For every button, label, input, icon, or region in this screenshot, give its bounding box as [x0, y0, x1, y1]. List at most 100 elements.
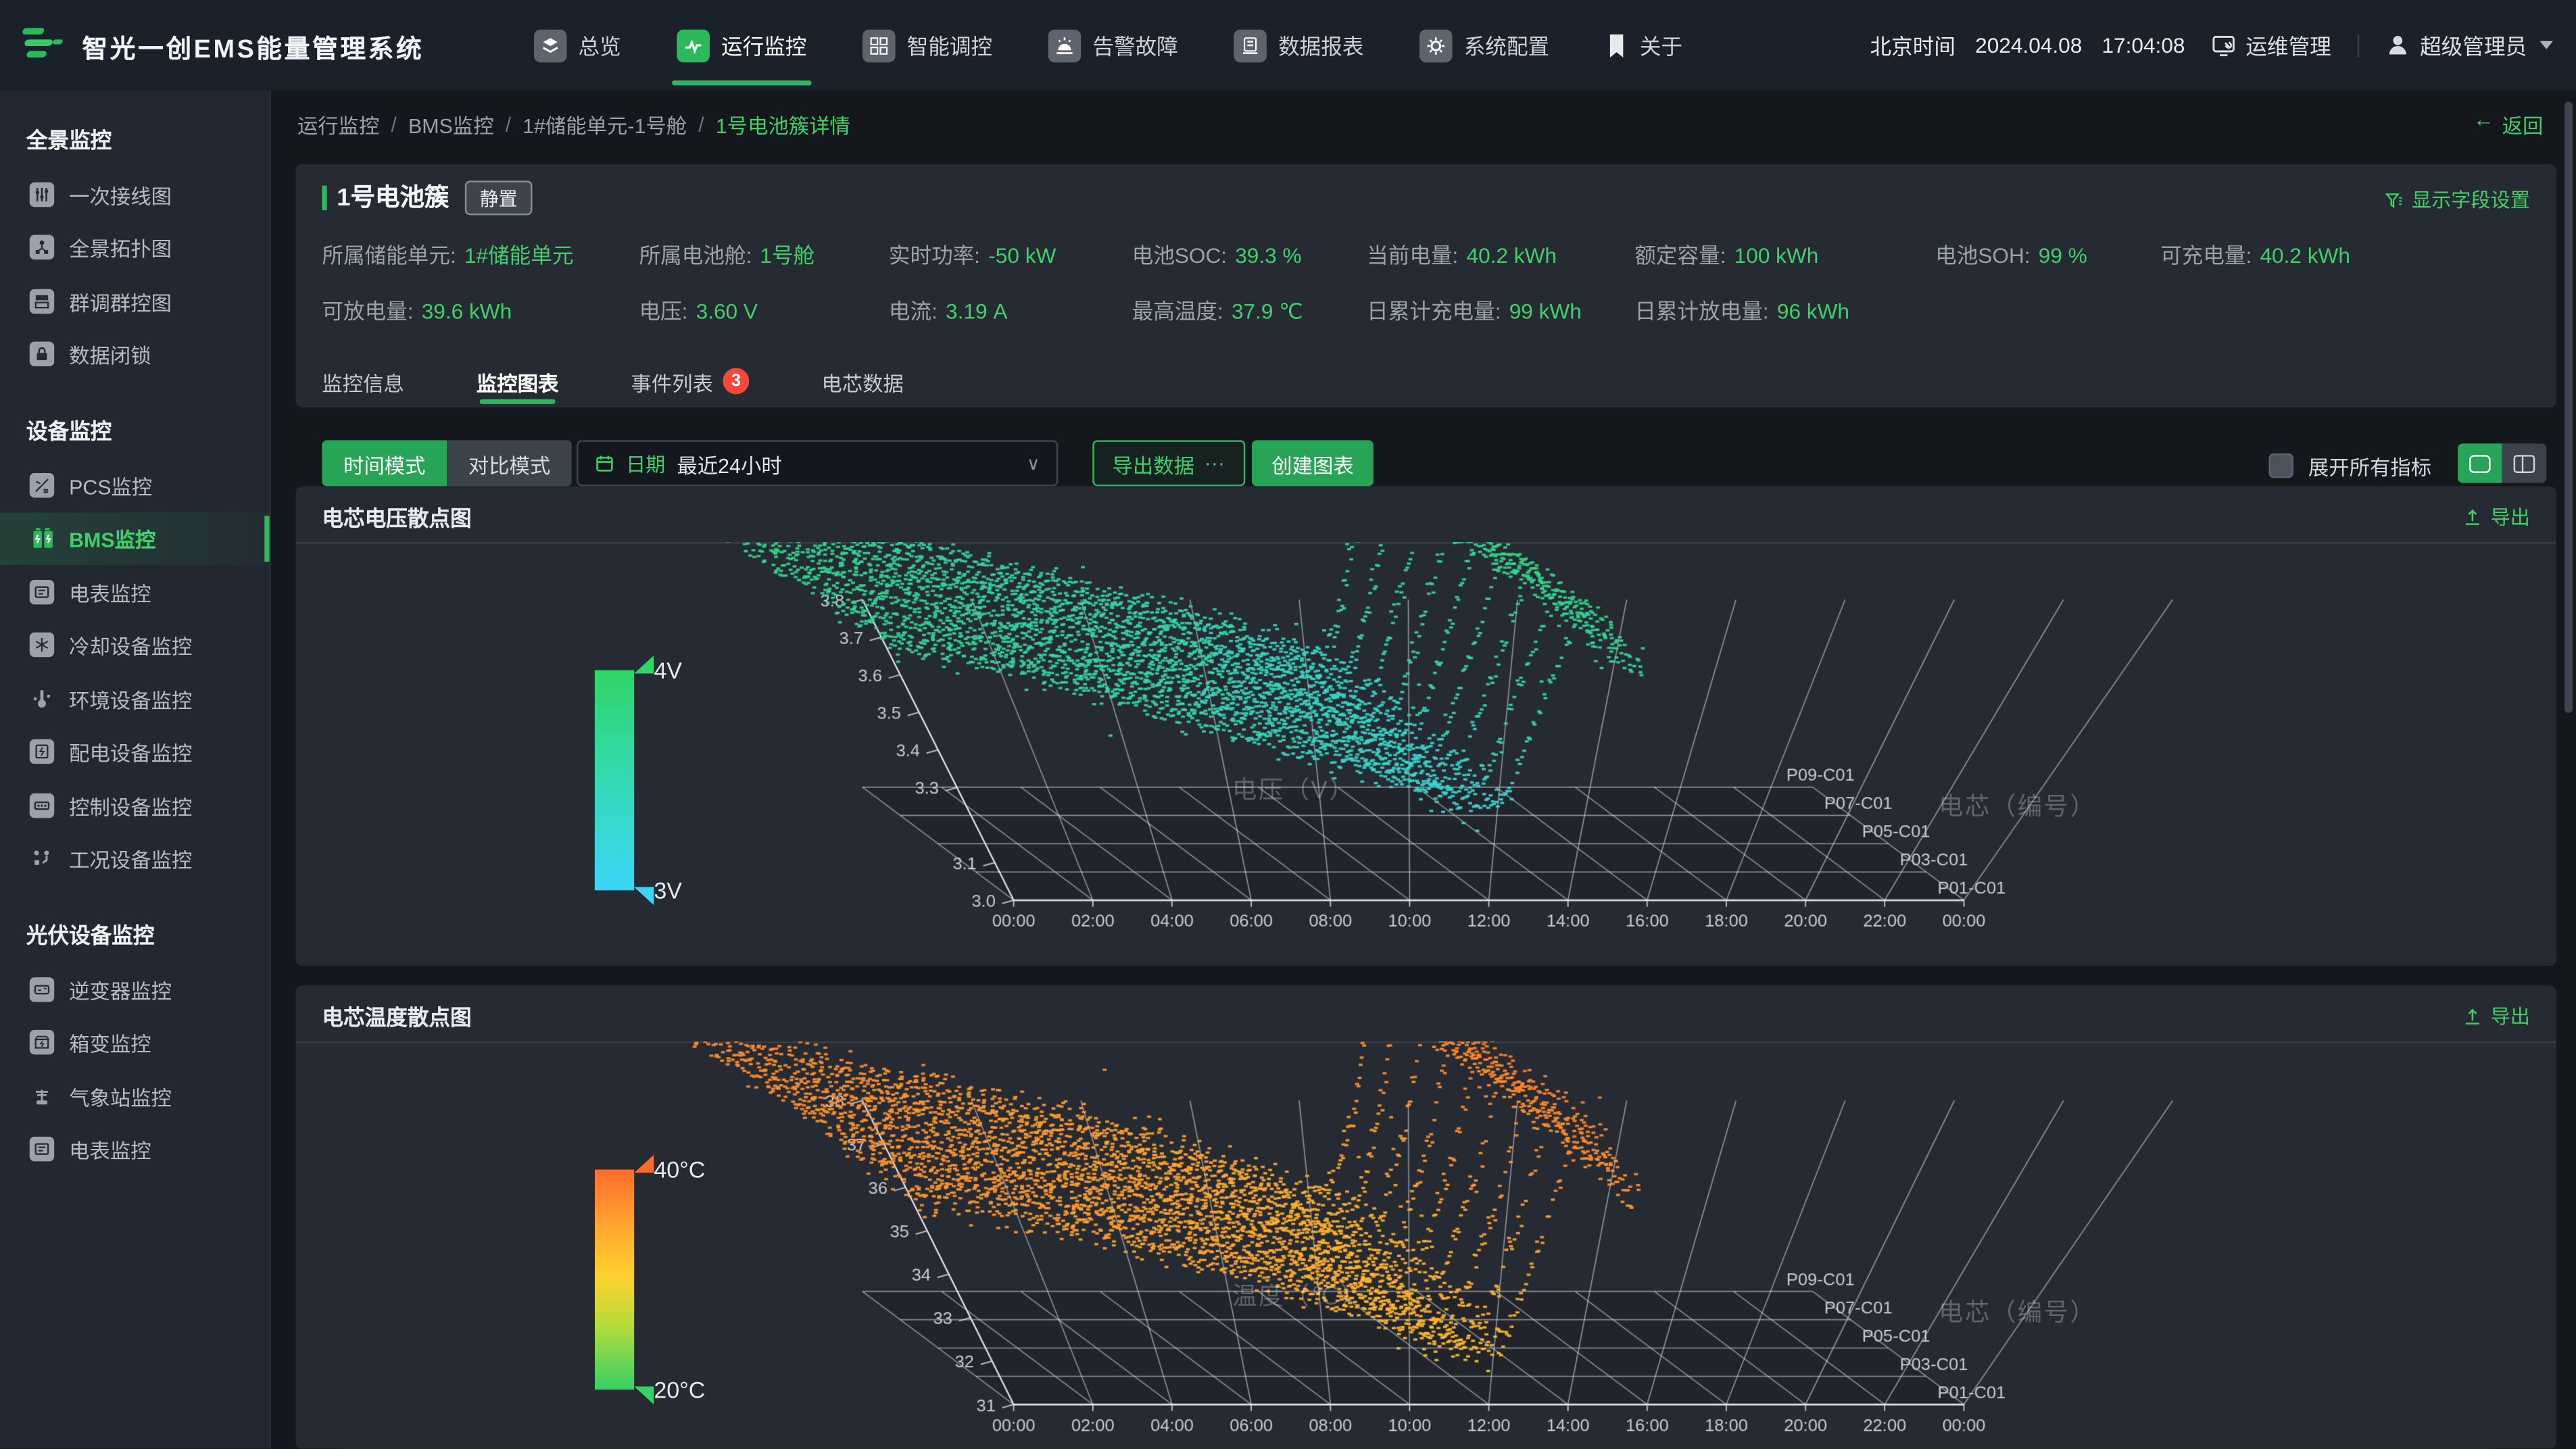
colormap-gradient-bar [595, 670, 634, 891]
temperature-colormap-legend[interactable]: 40°C 20°C [595, 1170, 634, 1390]
field-max-temperature: 最高温度:37.9 ℃ [1132, 294, 1303, 325]
clock-date: 2024.04.08 [1975, 33, 2082, 57]
colormap-max-label: 40°C [654, 1156, 705, 1183]
nav-label: 系统配置 [1464, 30, 1549, 61]
distribution-box-icon [30, 739, 54, 764]
nav-item-run-monitoring[interactable]: 运行监控 [677, 0, 806, 91]
sidebar-item-data-lock[interactable]: 数据闭锁 [0, 328, 270, 381]
ems-app-window: 智光一创EMS能量管理系统 总览 运行监控 智能调控 [0, 0, 2576, 1449]
field-voltage: 电压:3.60 V [639, 294, 758, 325]
alarm-icon [1048, 29, 1082, 62]
field-daily-charge: 日累计充电量:99 kWh [1367, 294, 1582, 325]
sidebar-section-panorama: 全景监控 [0, 91, 270, 168]
colormap-min-label: 3V [654, 877, 682, 904]
title-accent-bar [322, 186, 326, 210]
sidebar-item-pcs[interactable]: PCS监控 [0, 458, 270, 512]
tab-monitor-charts[interactable]: 监控图表 [477, 355, 559, 408]
date-label: 日期 [626, 449, 665, 477]
thermometer-icon [30, 686, 54, 710]
date-range-select[interactable]: 日期 最近24小时 ∨ [577, 440, 1058, 486]
sidebar-item-bms[interactable]: BMS监控 [0, 512, 270, 565]
gear-icon [1419, 29, 1453, 62]
nav-item-alarm-fault[interactable]: 告警故障 [1048, 0, 1178, 91]
tab-monitor-info[interactable]: 监控信息 [322, 355, 404, 408]
status-badge: 静置 [465, 180, 533, 215]
date-value: 最近24小时 [677, 447, 781, 478]
tab-event-list[interactable]: 事件列表3 [631, 355, 749, 408]
sidebar-item-pv-meter[interactable]: 电表监控 [0, 1123, 270, 1176]
field-chargeable: 可充电量:40.2 kWh [2160, 238, 2350, 269]
single-column-layout-button[interactable] [2458, 443, 2502, 483]
sidebar-item-power-distribution[interactable]: 配电设备监控 [0, 725, 270, 779]
expand-all-label: 展开所有指标 [2308, 450, 2431, 481]
nav-item-smart-dispatch[interactable]: 智能调控 [862, 0, 992, 91]
nav-label: 运行监控 [721, 30, 806, 61]
voltage-scatter3d-canvas[interactable] [295, 542, 2556, 966]
user-avatar-icon [2385, 33, 2410, 57]
chart-export-button[interactable]: 导出 [2462, 1002, 2530, 1030]
sidebar-item-working-condition[interactable]: 工况设备监控 [0, 832, 270, 885]
user-menu[interactable]: 超级管理员 [2385, 30, 2553, 61]
logo-icon [22, 23, 74, 68]
report-icon [1234, 29, 1267, 62]
breadcrumb-item[interactable]: BMS监控 [408, 108, 494, 139]
sidebar-item-topology[interactable]: 全景拓扑图 [0, 221, 270, 274]
time-mode-button[interactable]: 时间模式 [322, 440, 447, 486]
field-rated-capacity: 额定容量:100 kWh [1634, 238, 1818, 269]
split-layout-button[interactable] [2502, 443, 2547, 483]
sidebar-item-environment[interactable]: 环境设备监控 [0, 672, 270, 725]
lock-icon [30, 342, 54, 366]
top-bar: 智光一创EMS能量管理系统 总览 运行监控 智能调控 [0, 0, 2576, 91]
nav-label: 关于 [1640, 30, 1682, 61]
meter-icon [30, 1137, 54, 1162]
create-chart-button[interactable]: 创建图表 [1252, 440, 1374, 486]
voltage-colormap-legend[interactable]: 4V 3V [595, 670, 634, 891]
sidebar-section-devices: 设备监控 [0, 381, 270, 458]
run-monitoring-icon [677, 29, 710, 62]
temperature-scatter3d-canvas[interactable] [295, 1041, 2556, 1449]
sidebar-item-box-transformer[interactable]: 箱变监控 [0, 1016, 270, 1069]
tab-cell-data[interactable]: 电芯数据 [821, 355, 904, 408]
bms-battery-icon [30, 526, 54, 550]
field-realtime-power: 实时功率:-50 kW [889, 238, 1056, 269]
back-arrow-icon: ← [2473, 108, 2494, 139]
sidebar-item-cooling[interactable]: 冷却设备监控 [0, 618, 270, 672]
nav-item-overview[interactable]: 总览 [534, 0, 621, 91]
colormap-min-label: 20°C [654, 1377, 705, 1403]
field-dischargeable: 可放电量:39.6 kWh [322, 294, 512, 325]
mode-segmented-control: 时间模式 对比模式 [322, 440, 572, 486]
ops-management-link[interactable]: 运维管理 [2211, 30, 2331, 61]
y-axis-name: 电芯（编号） [1939, 1294, 2096, 1329]
expand-all-checkbox[interactable] [2269, 453, 2293, 478]
export-data-button[interactable]: 导出数据 ··· [1092, 440, 1244, 486]
display-field-settings-button[interactable]: 显示字段设置 [2384, 186, 2530, 214]
box-transformer-icon [30, 1031, 54, 1055]
sidebar-item-cluster-control[interactable]: 群调群控图 [0, 274, 270, 328]
breadcrumb-item[interactable]: 运行监控 [297, 108, 380, 139]
breadcrumb-item[interactable]: 1#储能单元-1号舱 [523, 108, 687, 139]
compare-mode-button[interactable]: 对比模式 [447, 440, 572, 486]
condition-icon [30, 846, 54, 870]
inverter-icon [30, 977, 54, 1002]
upload-icon [2462, 507, 2482, 526]
nav-item-system-config[interactable]: 系统配置 [1419, 0, 1549, 91]
back-button[interactable]: ← 返回 [2473, 108, 2543, 139]
chart-export-button[interactable]: 导出 [2462, 503, 2530, 531]
meter-icon [30, 579, 54, 604]
more-dots-icon: ··· [1205, 451, 1225, 474]
sidebar-item-weather-station[interactable]: 气象站监控 [0, 1069, 270, 1123]
sidebar: 全景监控 一次接线图 全景拓扑图 群调群控图 数据闭锁 设备监控 PCS监控 B… [0, 91, 271, 1449]
nav-item-about[interactable]: 关于 [1605, 0, 1682, 91]
filter-icon [2384, 190, 2404, 210]
page-scrollbar[interactable] [2565, 102, 2573, 713]
layout-single-icon [2469, 454, 2491, 472]
nav-item-data-report[interactable]: 数据报表 [1234, 0, 1363, 91]
sidebar-item-control-devices[interactable]: 控制设备监控 [0, 779, 270, 832]
chart-title: 电芯电压散点图 [322, 501, 471, 532]
layout-split-icon [2514, 454, 2535, 472]
sidebar-item-primary-wiring[interactable]: 一次接线图 [0, 168, 270, 221]
chart-title: 电芯温度散点图 [322, 1000, 471, 1031]
sidebar-item-inverter[interactable]: 逆变器监控 [0, 962, 270, 1016]
sidebar-item-meter[interactable]: 电表监控 [0, 565, 270, 618]
cluster-control-icon [30, 289, 54, 313]
